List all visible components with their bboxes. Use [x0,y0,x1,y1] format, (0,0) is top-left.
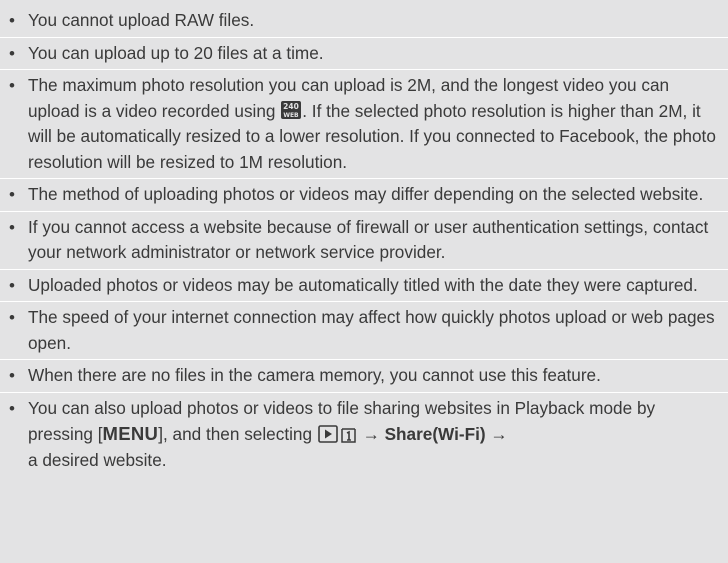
list-item: • The maximum photo resolution you can u… [0,70,728,178]
item-text: Uploaded photos or videos may be automat… [28,274,698,295]
item-text: The method of uploading photos or videos… [28,184,704,204]
menu-key: MENU [102,423,159,444]
menu-page-1-icon [341,428,356,443]
list-item: • The method of uploading photos or vide… [0,179,728,211]
list-item: • The speed of your internet connection … [0,302,728,359]
arrow-separator: → [357,424,385,444]
item-text: You can upload up to 20 files at a time. [28,42,324,63]
notes-list: • You cannot upload RAW files. • You can… [0,5,728,476]
list-item: • You cannot upload RAW files. [0,5,728,37]
item-text: The speed of your internet connection ma… [28,307,715,353]
240-web-resolution-icon: 240 WEB [281,100,302,119]
bullet: • [9,366,15,385]
bullet: • [9,398,15,418]
bullet: • [9,43,15,63]
note-page: • You cannot upload RAW files. • You can… [0,0,728,563]
bullet: • [9,308,15,327]
svg-text:240: 240 [283,102,299,111]
bullet: • [9,11,15,30]
list-item: • If you cannot access a website because… [0,212,728,269]
bullet: • [9,275,15,295]
share-wifi-label: Share(Wi-Fi) [384,424,486,444]
list-item: • You can also upload photos or videos t… [0,393,728,477]
bullet: • [9,185,15,204]
svg-text:WEB: WEB [284,112,300,119]
item-text: You cannot upload RAW files. [28,10,255,30]
bullet: • [9,76,15,95]
item-text-end: a desired website. [28,449,167,470]
bullet: • [9,217,15,237]
item-text: When there are no files in the camera me… [28,365,601,385]
list-item: • Uploaded photos or videos may be autom… [0,270,728,302]
item-text: If you cannot access a website because o… [28,216,709,263]
list-item: • When there are no files in the camera … [0,360,728,392]
arrow-separator: → [485,424,508,444]
list-item: • You can upload up to 20 files at a tim… [0,38,728,70]
playback-icon [318,425,338,443]
item-text-continued: ], and then selecting [158,424,317,444]
